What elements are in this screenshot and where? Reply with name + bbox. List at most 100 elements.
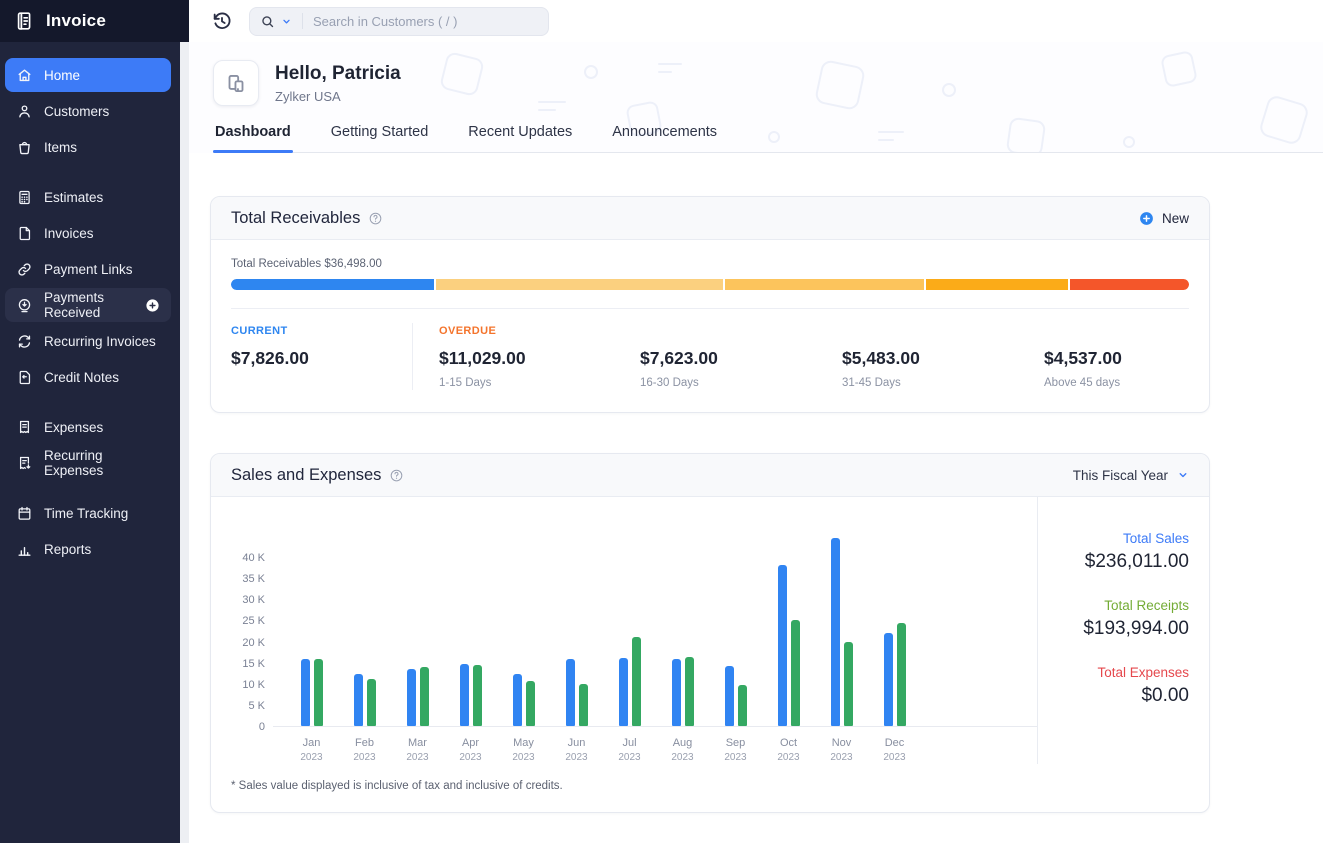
sidebar-item-reports[interactable]: Reports xyxy=(5,532,171,566)
receivables-body: Total Receivables $36,498.00 CURRENT$7,8… xyxy=(211,240,1209,412)
receipts-bar[interactable] xyxy=(526,681,535,726)
sales-bar[interactable] xyxy=(619,658,628,726)
sidebar-item-label: Home xyxy=(44,68,80,83)
aging-bucket-label: CURRENT xyxy=(231,325,412,340)
receipts-bar[interactable] xyxy=(897,623,906,726)
aging-bucket-amount[interactable]: $11,029.00 xyxy=(439,348,614,369)
search-scope-chevron-icon[interactable] xyxy=(281,16,292,27)
receipts-bar[interactable] xyxy=(314,659,323,726)
sales-bar[interactable] xyxy=(831,538,840,726)
receipts-bar[interactable] xyxy=(579,684,588,726)
sales-expenses-body: 05 K10 K15 K20 K25 K30 K35 K40 K Jan2023… xyxy=(211,497,1209,764)
sidebar-item-customers[interactable]: Customers xyxy=(5,94,171,128)
reports-icon xyxy=(16,541,33,558)
dashboard-tabs: Dashboard Getting Started Recent Updates An… xyxy=(213,124,1323,153)
y-tick-label: 0 xyxy=(259,721,265,733)
sidebar-scrollbar[interactable] xyxy=(180,42,189,843)
aging-bucket-amount[interactable]: $5,483.00 xyxy=(842,348,1018,369)
receipts-bar[interactable] xyxy=(632,637,641,726)
receivable-column-1: OVERDUE$11,029.001-15 Days xyxy=(412,323,614,390)
search-input[interactable] xyxy=(313,14,538,29)
y-tick-label: 15 K xyxy=(242,658,265,670)
sales-bar[interactable] xyxy=(301,659,310,726)
sidebar-item-items[interactable]: Items xyxy=(5,130,171,164)
aging-segment-overdue-above-45[interactable] xyxy=(1070,279,1189,290)
help-icon[interactable] xyxy=(389,468,404,483)
receipts-bar[interactable] xyxy=(844,642,853,726)
tab-announcements[interactable]: Announcements xyxy=(610,124,719,152)
sales-bar[interactable] xyxy=(513,674,522,726)
app-title: Invoice xyxy=(46,11,106,31)
sidebar-item-recurring-expenses[interactable]: Recurring Expenses xyxy=(5,446,171,480)
aging-segment-overdue-31-45[interactable] xyxy=(926,279,1069,290)
aging-bucket-amount[interactable]: $7,826.00 xyxy=(231,348,412,369)
receipts-bar[interactable] xyxy=(420,667,429,726)
period-selector[interactable]: This Fiscal Year xyxy=(1073,468,1189,483)
sales-bar[interactable] xyxy=(884,633,893,726)
sales-bar[interactable] xyxy=(460,664,469,726)
aging-bucket-range: Above 45 days xyxy=(1044,377,1189,390)
bar-group-jun-2023 xyxy=(550,659,603,726)
bar-group-oct-2023 xyxy=(762,565,815,726)
sidebar-item-expenses[interactable]: Expenses xyxy=(5,410,171,444)
receipts-bar[interactable] xyxy=(738,685,747,726)
summary-total-sales: Total Sales$236,011.00 xyxy=(1038,531,1189,573)
home-icon xyxy=(16,67,33,84)
sidebar-item-home[interactable]: Home xyxy=(5,58,171,92)
sales-footnote: * Sales value displayed is inclusive of … xyxy=(211,764,1209,812)
sales-bar[interactable] xyxy=(566,659,575,726)
sidebar-item-time-tracking[interactable]: Time Tracking xyxy=(5,496,171,530)
items-icon xyxy=(16,139,33,156)
bar-group-nov-2023 xyxy=(815,538,868,726)
sales-bar[interactable] xyxy=(778,565,787,726)
receipts-bar[interactable] xyxy=(685,657,694,726)
help-icon[interactable] xyxy=(368,211,383,226)
tab-recent-updates[interactable]: Recent Updates xyxy=(466,124,574,152)
chart-bars xyxy=(273,537,1037,727)
bar-group-may-2023 xyxy=(497,674,550,726)
y-tick-label: 30 K xyxy=(242,594,265,606)
aging-segment-overdue-16-30[interactable] xyxy=(725,279,924,290)
time-tracking-icon xyxy=(16,505,33,522)
aging-bucket-range xyxy=(231,377,412,390)
sidebar-item-payment-links[interactable]: Payment Links xyxy=(5,252,171,286)
receivables-aging-bar[interactable] xyxy=(231,279,1189,290)
sidebar-item-payments-received[interactable]: Payments Received xyxy=(5,288,171,322)
sales-bar[interactable] xyxy=(725,666,734,726)
aging-bucket-amount[interactable]: $7,623.00 xyxy=(640,348,816,369)
tab-dashboard[interactable]: Dashboard xyxy=(213,124,293,152)
estimates-icon xyxy=(16,189,33,206)
summary-label[interactable]: Total Expenses xyxy=(1038,665,1189,680)
tab-getting-started[interactable]: Getting Started xyxy=(329,124,431,152)
recent-history-icon[interactable] xyxy=(211,10,233,32)
x-tick-label: Feb2023 xyxy=(338,736,391,764)
sidebar-item-label: Items xyxy=(44,140,77,155)
search-icon xyxy=(260,14,275,29)
x-tick-label: Aug2023 xyxy=(656,736,709,764)
summary-label[interactable]: Total Receipts xyxy=(1038,598,1189,613)
sales-bar[interactable] xyxy=(354,674,363,726)
aging-bucket-label xyxy=(640,325,816,340)
receipts-bar[interactable] xyxy=(791,620,800,726)
org-avatar[interactable] xyxy=(213,60,259,106)
receipts-bar[interactable] xyxy=(367,679,376,726)
aging-bucket-amount[interactable]: $4,537.00 xyxy=(1044,348,1189,369)
new-button[interactable]: New xyxy=(1138,210,1189,227)
sales-bar[interactable] xyxy=(672,659,681,726)
sidebar-item-recurring-invoices[interactable]: Recurring Invoices xyxy=(5,324,171,358)
sidebar-item-credit-notes[interactable]: Credit Notes xyxy=(5,360,171,394)
sidebar-item-invoices[interactable]: Invoices xyxy=(5,216,171,250)
receipts-bar[interactable] xyxy=(473,665,482,726)
sidebar: Invoice Home Customers Items EstimatesInvoi… xyxy=(0,0,189,843)
chevron-down-icon xyxy=(1177,469,1189,481)
sales-bar[interactable] xyxy=(407,669,416,726)
sales-expenses-chart: 05 K10 K15 K20 K25 K30 K35 K40 K Jan2023… xyxy=(211,497,1037,764)
global-search[interactable] xyxy=(249,7,549,36)
sidebar-item-estimates[interactable]: Estimates xyxy=(5,180,171,214)
summary-label[interactable]: Total Sales xyxy=(1038,531,1189,546)
aging-segment-current[interactable] xyxy=(231,279,434,290)
aging-bucket-label xyxy=(1044,325,1189,340)
aging-segment-overdue-1-15[interactable] xyxy=(436,279,723,290)
receivable-column-3: $5,483.0031-45 Days xyxy=(816,323,1018,390)
app-window: Invoice Home Customers Items EstimatesInvoi… xyxy=(0,0,1323,843)
